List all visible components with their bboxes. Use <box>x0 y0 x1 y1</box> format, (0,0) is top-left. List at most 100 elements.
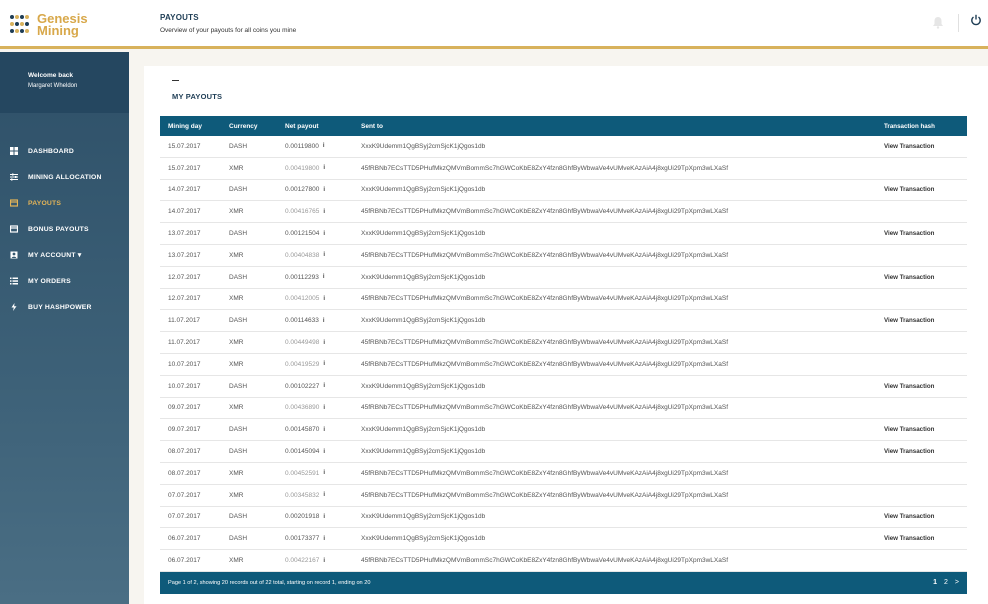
sidebar-item-mining-allocation[interactable]: MINING ALLOCATION <box>0 164 129 190</box>
view-transaction-link[interactable]: View Transaction <box>884 513 967 520</box>
info-icon[interactable]: i <box>323 558 325 564</box>
logo-line-2: Mining <box>37 23 79 38</box>
cell-sent-to: 45fRBNb7ECsTTD5PHufMkzQMVmBommSc7hGWCoKb… <box>361 339 729 347</box>
table-row: 11.07.2017 DASH 0.00114633 i XxxK9Udemm1QgBS… <box>160 310 967 333</box>
cell-mining-day: 09.07.2017 <box>168 426 201 434</box>
info-icon[interactable]: i <box>323 165 325 171</box>
dashboard-icon <box>9 147 18 156</box>
cell-net-payout: 0.00422167 i <box>285 557 361 564</box>
logo-mark-icon <box>10 15 30 35</box>
view-transaction-link[interactable]: View Transaction <box>884 317 967 324</box>
table-row: 09.07.2017 DASH 0.00145870 i XxxK9Udemm1QgBS… <box>160 419 967 442</box>
page-1-link[interactable]: 1 <box>933 579 937 586</box>
info-icon[interactable]: i <box>323 318 325 324</box>
cell-sent-to: 45fRBNb7ECsTTD5PHufMkzQMVmBommSc7hGWCoKb… <box>361 491 729 499</box>
info-icon[interactable]: i <box>323 449 325 455</box>
table-row: 15.07.2017 DASH 0.00119800 i XxxK9Udemm1QgBS… <box>160 136 967 158</box>
cell-mining-day: 11.07.2017 <box>168 317 201 325</box>
cell-net-payout: 0.00121504 i <box>285 230 361 237</box>
cell-currency: DASH <box>229 426 248 434</box>
page-2-link[interactable]: 2 <box>944 579 948 586</box>
header-transaction-hash[interactable]: Transaction hash <box>884 123 967 130</box>
payout-amount: 0.00112293 <box>285 273 319 281</box>
payout-amount: 0.00419800 <box>285 164 320 172</box>
cell-sent-to: 45fRBNb7ECsTTD5PHufMkzQMVmBommSc7hGWCoKb… <box>361 164 729 172</box>
section-title: MY PAYOUTS <box>172 92 223 101</box>
info-icon[interactable]: i <box>323 296 325 302</box>
payout-amount: 0.00145094 <box>285 448 320 456</box>
header-sent-to[interactable]: Sent to <box>361 123 884 130</box>
info-icon[interactable]: i <box>323 143 325 149</box>
info-icon[interactable]: i <box>323 340 325 346</box>
table-row: 10.07.2017 XMR 0.00419529 i 45fRBNb7ECsTTD5P… <box>160 354 967 376</box>
table-row: 13.07.2017 XMR 0.00404838 i 45fRBNb7ECsTTD5P… <box>160 245 967 267</box>
cell-net-payout: 0.00127800 i <box>285 186 361 193</box>
view-transaction-link[interactable]: View Transaction <box>884 535 967 542</box>
sidebar-item-payouts[interactable]: PAYOUTS <box>0 190 129 216</box>
welcome-greeting: Welcome back <box>28 72 74 79</box>
sidebar-item-bonus-payouts[interactable]: BONUS PAYOUTS <box>0 216 129 242</box>
view-transaction-link[interactable]: View Transaction <box>884 383 967 390</box>
sidebar-item-my-orders[interactable]: MY ORDERS <box>0 268 129 294</box>
sidebar-item-label: PAYOUTS <box>28 199 62 207</box>
user-name: Margaret Wheldon <box>28 83 78 89</box>
info-icon[interactable]: i <box>323 231 325 237</box>
page-subtitle: Overview of your payouts for all coins y… <box>160 27 297 34</box>
info-icon[interactable]: i <box>323 470 325 476</box>
info-icon[interactable]: i <box>323 492 325 498</box>
view-transaction-link[interactable]: View Transaction <box>884 186 967 193</box>
info-icon[interactable]: i <box>323 536 325 542</box>
cell-mining-day: 10.07.2017 <box>168 360 201 368</box>
payout-amount: 0.00345832 <box>285 491 320 499</box>
cell-sent-to: XxxK9Udemm1QgBSyj2cmSjcK1jQgos1db <box>361 382 486 390</box>
info-icon[interactable]: i <box>323 274 325 280</box>
payout-amount: 0.00145870 <box>285 426 320 434</box>
info-icon[interactable]: i <box>323 187 325 193</box>
info-icon[interactable]: i <box>323 252 325 258</box>
view-transaction-link[interactable]: View Transaction <box>884 143 967 150</box>
payout-amount: 0.00201918 <box>285 513 320 521</box>
view-transaction-link[interactable]: View Transaction <box>884 448 967 455</box>
genesis-mining-logo[interactable]: Genesis Mining <box>10 12 130 38</box>
payout-amount: 0.00102227 <box>285 382 320 390</box>
payout-amount: 0.00127800 <box>285 186 320 194</box>
payout-amount: 0.00452591 <box>285 469 320 477</box>
info-icon[interactable]: i <box>323 361 325 367</box>
cell-currency: XMR <box>229 164 244 172</box>
sidebar-item-label: MINING ALLOCATION <box>28 173 102 181</box>
view-transaction-link[interactable]: View Transaction <box>884 426 967 433</box>
cell-mining-day: 13.07.2017 <box>168 251 201 259</box>
bell-icon[interactable] <box>932 16 946 30</box>
cell-currency: DASH <box>229 273 248 281</box>
info-icon[interactable]: i <box>323 514 325 520</box>
sidebar-item-my-account[interactable]: MY ACCOUNT ▾ <box>0 242 129 268</box>
payout-amount: 0.00412005 <box>285 295 320 303</box>
cell-net-payout: 0.00436890 i <box>285 404 361 411</box>
info-icon[interactable]: i <box>323 427 325 433</box>
sidebar-item-dashboard[interactable]: DASHBOARD <box>0 138 129 164</box>
cell-mining-day: 09.07.2017 <box>168 404 201 412</box>
cell-mining-day: 14.07.2017 <box>168 186 201 194</box>
cell-currency: XMR <box>229 295 244 303</box>
cell-mining-day: 12.07.2017 <box>168 273 201 281</box>
next-page-link[interactable]: > <box>955 579 959 586</box>
cell-net-payout: 0.00173377 i <box>285 535 361 542</box>
view-transaction-link[interactable]: View Transaction <box>884 274 967 281</box>
payout-amount: 0.00416765 <box>285 208 320 216</box>
info-icon[interactable]: i <box>323 209 325 215</box>
header-mining-day[interactable]: Mining day <box>160 123 229 130</box>
cell-mining-day: 06.07.2017 <box>168 557 201 565</box>
sidebar-item-label: MY ACCOUNT ▾ <box>28 252 82 259</box>
power-icon[interactable] <box>970 14 984 30</box>
sidebar-nav: DASHBOARD MINING ALLOCATION PAYOUTS BONU… <box>0 138 129 320</box>
logo-text: Genesis Mining <box>37 12 88 38</box>
info-icon[interactable]: i <box>323 383 325 389</box>
payouts-table: Mining day Currency Net payout Sent to T… <box>160 116 967 594</box>
info-icon[interactable]: i <box>323 405 325 411</box>
view-transaction-link[interactable]: View Transaction <box>884 230 967 237</box>
sidebar-item-buy-hashpower[interactable]: BUY HASHPOWER <box>0 294 129 320</box>
cell-currency: DASH <box>229 142 248 150</box>
payout-amount: 0.00119800 <box>285 142 319 150</box>
header-currency[interactable]: Currency <box>229 123 285 130</box>
header-net-payout[interactable]: Net payout <box>285 123 361 130</box>
